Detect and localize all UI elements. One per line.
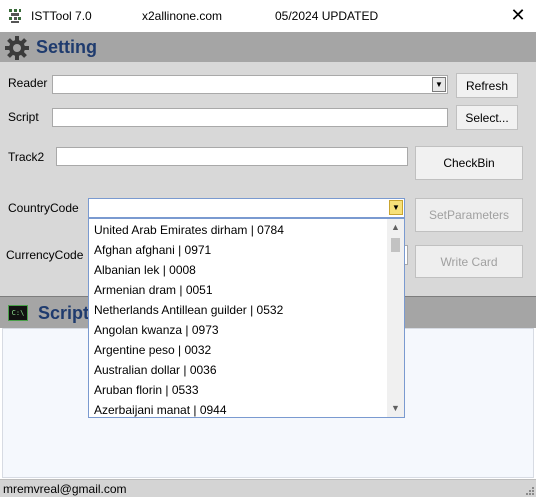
country-code-select[interactable]: ▼ [88,198,405,218]
status-bar: mremvreal@gmail.com [0,479,536,497]
checkbin-button[interactable]: CheckBin [415,146,523,180]
setting-section-header: Setting [0,32,536,62]
list-item[interactable]: Armenian dram | 0051 [94,280,213,300]
list-item[interactable]: Australian dollar | 0036 [94,360,217,380]
script-path-input[interactable] [52,108,448,127]
close-button[interactable]: ✕ [508,5,528,25]
select-script-button[interactable]: Select... [456,105,518,130]
list-item[interactable]: Afghan afghani | 0971 [94,240,211,260]
website-label: x2allinone.com [142,9,223,23]
chevron-down-icon[interactable]: ▼ [389,200,403,215]
chevron-down-icon[interactable]: ▼ [432,77,446,92]
reader-select[interactable]: ▼ [52,75,448,94]
script-heading: Script [38,303,90,323]
list-item[interactable]: Albanian lek | 0008 [94,260,196,280]
currency-code-label: CurrencyCode [6,248,84,262]
list-item[interactable]: Azerbaijani manat | 0944 [94,400,227,420]
track2-label: Track2 [8,150,45,164]
setting-heading: Setting [36,37,97,57]
scroll-down-icon[interactable]: ▼ [387,400,404,417]
app-logo-icon [9,9,21,23]
cmd-console-icon: C:\ [8,305,28,321]
contact-email: mremvreal@gmail.com [3,482,127,496]
gear-icon [5,36,29,60]
reader-label: Reader [8,76,48,90]
scroll-up-icon[interactable]: ▲ [387,219,404,236]
update-note: 05/2024 UPDATED [275,9,379,23]
country-code-dropdown-list[interactable]: United Arab Emirates dirham | 0784 Afgha… [88,218,405,418]
country-code-label: CountryCode [8,201,79,215]
refresh-button[interactable]: Refresh [456,73,518,98]
script-label: Script [8,110,39,124]
list-item[interactable]: Aruban florin | 0533 [94,380,199,400]
close-icon: ✕ [510,5,526,25]
write-card-button[interactable]: Write Card [415,245,523,278]
setparameters-button[interactable]: SetParameters [415,198,523,232]
list-item[interactable]: Netherlands Antillean guilder | 0532 [94,300,283,320]
list-item[interactable]: United Arab Emirates dirham | 0784 [94,220,284,240]
track2-input[interactable] [56,147,408,166]
window-title: ISTTool 7.0 [31,9,92,23]
scrollbar-thumb[interactable] [391,238,400,252]
dropdown-scrollbar[interactable]: ▲ ▼ [387,219,404,417]
list-item[interactable]: Angolan kwanza | 0973 [94,320,219,340]
resize-grip-icon[interactable] [524,485,534,495]
title-bar: ISTTool 7.0 x2allinone.com 05/2024 UPDAT… [0,0,536,32]
list-item[interactable]: Argentine peso | 0032 [94,340,211,360]
